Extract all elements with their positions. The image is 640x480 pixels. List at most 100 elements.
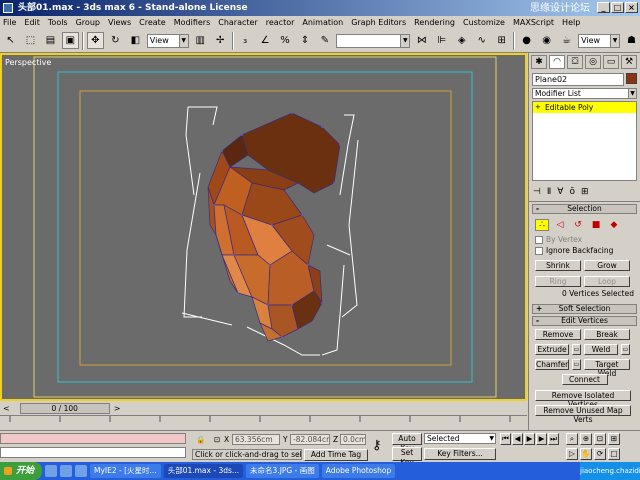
menu-character[interactable]: Character	[218, 18, 258, 27]
region-select-icon[interactable]: ⬚	[22, 32, 39, 49]
select-by-name-icon[interactable]: ▤	[42, 32, 59, 49]
menu-modifiers[interactable]: Modifiers	[174, 18, 211, 27]
render-view-select[interactable]: View ▼	[578, 33, 621, 48]
next-frame-icon[interactable]: ▶	[536, 433, 547, 445]
target-weld-button[interactable]: Target Weld	[584, 359, 630, 378]
task-myie2[interactable]: MyIE2 - [火星时...	[90, 464, 161, 478]
select-manipulate-icon[interactable]: ✢	[212, 32, 229, 49]
mirror-icon[interactable]: ⋈	[413, 32, 430, 49]
selected-set-dropdown[interactable]: Selected ▼	[424, 433, 496, 444]
quicklaunch-desktop-icon[interactable]	[60, 465, 73, 477]
modify-tab-icon[interactable]: ◠	[549, 55, 565, 69]
absolute-mode-icon[interactable]: ⊡	[214, 435, 220, 444]
remove-modifier-icon[interactable]: ō	[569, 187, 575, 197]
object-name-field[interactable]: Plane02	[532, 73, 624, 86]
edit-vertices-rollout-header[interactable]: - Edit Vertices	[532, 316, 637, 326]
task-photoshop[interactable]: Adobe Photoshop	[321, 464, 396, 478]
extrude-settings-icon[interactable]: ▭	[572, 344, 581, 355]
previous-frame-icon[interactable]: ◀	[512, 433, 523, 445]
set-key-button[interactable]: Set Key	[392, 447, 422, 467]
layer-manager-icon[interactable]: ◈	[453, 32, 470, 49]
remove-isolated-vertices-button[interactable]: Remove Isolated Vertices	[535, 390, 631, 409]
utilities-tab-icon[interactable]: ⚒	[621, 55, 637, 69]
auto-key-button[interactable]: Auto Key	[392, 433, 422, 453]
add-time-tag-button[interactable]: Add Time Tag	[304, 449, 368, 461]
zoom-all-icon[interactable]: ⊕	[580, 433, 592, 445]
menu-group[interactable]: Group	[76, 18, 100, 27]
go-to-end-icon[interactable]: ⏭	[548, 433, 559, 445]
extrude-button[interactable]: Extrude	[535, 344, 569, 355]
quicklaunch-ie-icon[interactable]	[45, 465, 58, 477]
display-tab-icon[interactable]: ▭	[603, 55, 619, 69]
zoom-icon[interactable]: ⌕	[566, 433, 578, 445]
by-vertex-checkbox[interactable]: By Vertex	[529, 234, 640, 245]
configure-modifier-sets-icon[interactable]: ⊞	[581, 187, 589, 197]
menu-edit[interactable]: Edit	[24, 18, 40, 27]
modifier-list-dropdown[interactable]: Modifier List ▼	[532, 88, 637, 99]
make-unique-icon[interactable]: ∀	[557, 187, 563, 197]
motion-tab-icon[interactable]: ◎	[585, 55, 601, 69]
scroll-right-icon[interactable]: >	[114, 404, 121, 413]
maxscript-output-field[interactable]	[0, 447, 186, 458]
zoom-extents-icon[interactable]: ⊡	[594, 433, 606, 445]
object-color-swatch[interactable]	[626, 73, 637, 84]
chamfer-button[interactable]: Chamfer	[535, 359, 569, 370]
align-icon[interactable]: ⊫	[433, 32, 450, 49]
play-icon[interactable]: ▶	[524, 433, 535, 445]
key-filters-button[interactable]: Key Filters...	[424, 448, 496, 460]
chamfer-settings-icon[interactable]: ▭	[572, 359, 581, 370]
menu-animation[interactable]: Animation	[302, 18, 343, 27]
selection-rollout-header[interactable]: - Selection	[532, 204, 637, 214]
x-coordinate-field[interactable]: 63.356cm	[232, 434, 280, 445]
perspective-viewport[interactable]: Perspective	[0, 53, 527, 401]
snap-icon[interactable]: ₃	[237, 32, 254, 49]
scale-icon[interactable]: ◧	[127, 32, 144, 49]
vertex-level-icon[interactable]: ∴	[535, 219, 549, 231]
viewport-label[interactable]: Perspective	[5, 58, 51, 67]
z-coordinate-field[interactable]: 0.0cm	[340, 434, 366, 445]
angle-snap-icon[interactable]: ∠	[257, 32, 274, 49]
task-paint[interactable]: 未命名3.JPG - 画图	[246, 464, 319, 478]
menu-help[interactable]: Help	[562, 18, 580, 27]
weld-button[interactable]: Weld	[584, 344, 618, 355]
arc-rotate-icon[interactable]: ⟳	[594, 448, 606, 460]
maximize-button[interactable]: □	[611, 2, 624, 13]
hierarchy-tab-icon[interactable]: ⛋	[567, 55, 583, 69]
remove-unused-map-verts-button[interactable]: Remove Unused Map Verts	[535, 405, 631, 424]
y-coordinate-field[interactable]: -82.084cm	[290, 434, 330, 445]
lock-selection-icon[interactable]: 🔒	[196, 435, 205, 444]
quicklaunch-media-icon[interactable]	[75, 465, 88, 477]
render-last-icon[interactable]: ☗	[623, 32, 640, 49]
show-end-result-icon[interactable]: Ⅱ	[547, 187, 551, 197]
region-type-icon[interactable]: ▣	[61, 32, 79, 49]
pan-icon[interactable]: ✋	[580, 448, 592, 460]
start-button[interactable]: 开始	[0, 462, 43, 480]
soft-selection-rollout-header[interactable]: + Soft Selection	[532, 304, 637, 314]
menu-views[interactable]: Views	[108, 18, 131, 27]
fov-icon[interactable]: ▷	[566, 448, 578, 460]
schematic-view-icon[interactable]: ⊞	[493, 32, 510, 49]
break-button[interactable]: Break	[584, 329, 630, 340]
key-mode-icon[interactable]: ⚷	[372, 438, 382, 453]
menu-tools[interactable]: Tools	[48, 18, 68, 27]
create-tab-icon[interactable]: ✱	[531, 55, 547, 69]
named-selection-icon[interactable]: ✎	[317, 32, 334, 49]
pivot-icon[interactable]: ▥	[192, 32, 209, 49]
reference-coord-select[interactable]: View ▼	[146, 33, 189, 48]
named-selection-set[interactable]: ▼	[336, 33, 411, 48]
zoom-extents-all-icon[interactable]: ⊞	[608, 433, 620, 445]
remove-button[interactable]: Remove	[535, 329, 581, 340]
menu-create[interactable]: Create	[139, 18, 166, 27]
shrink-button[interactable]: Shrink	[535, 260, 581, 271]
grow-button[interactable]: Grow	[584, 260, 630, 271]
quick-render-icon[interactable]: ☕	[558, 32, 575, 49]
scroll-left-icon[interactable]: <	[3, 404, 10, 413]
edge-level-icon[interactable]: ◁	[553, 219, 567, 231]
menu-graph-editors[interactable]: Graph Editors	[351, 18, 406, 27]
spinner-snap-icon[interactable]: ⇕	[297, 32, 314, 49]
material-editor-icon[interactable]: ●	[518, 32, 535, 49]
minimize-button[interactable]: _	[597, 2, 610, 13]
border-level-icon[interactable]: ↺	[571, 219, 585, 231]
close-button[interactable]: ×	[625, 2, 638, 13]
percent-snap-icon[interactable]: %	[277, 32, 294, 49]
